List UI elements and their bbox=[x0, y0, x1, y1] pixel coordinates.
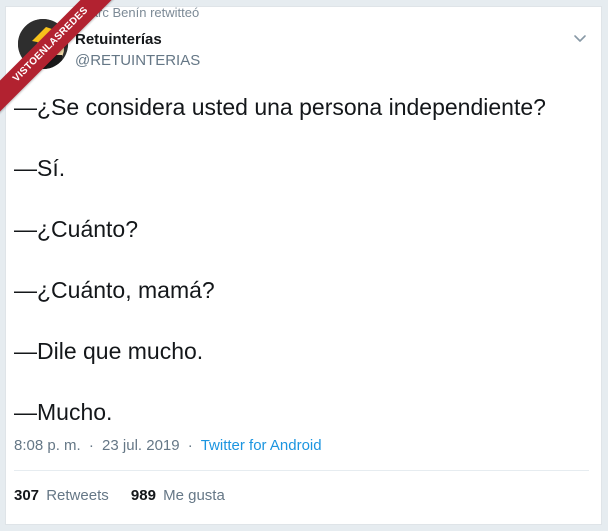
tweet-stats: 307 Retweets 989 Me gusta bbox=[14, 487, 243, 504]
tweet-metadata: 8:08 p. m. · 23 jul. 2019 · Twitter for … bbox=[14, 437, 322, 454]
retweets-label: Retweets bbox=[46, 487, 109, 504]
author-display-name[interactable]: Retuinterías bbox=[75, 31, 162, 48]
retweets-count: 307 bbox=[14, 487, 40, 504]
tweet-text: —¿Se considera usted una persona indepen… bbox=[14, 93, 589, 459]
avatar[interactable] bbox=[18, 19, 68, 69]
likes-label: Me gusta bbox=[163, 487, 225, 504]
tweet-line: —¿Cuánto, mamá? bbox=[14, 277, 215, 303]
tweet-time[interactable]: 8:08 p. m. bbox=[14, 437, 81, 454]
tweet-line: —Sí. bbox=[14, 155, 66, 181]
tweet-card: Marc Benín retwitteó Retuinterías @RETUI… bbox=[5, 6, 602, 525]
tweet-line: —¿Se considera usted una persona indepen… bbox=[14, 94, 546, 120]
divider bbox=[14, 470, 589, 471]
chevron-down-icon[interactable] bbox=[571, 29, 589, 47]
tweet-line: —¿Cuánto? bbox=[14, 216, 139, 242]
likes-stat[interactable]: 989 Me gusta bbox=[131, 487, 225, 504]
tweet-source-link[interactable]: Twitter for Android bbox=[201, 437, 322, 454]
retweet-context: Marc Benín retwitteó bbox=[80, 7, 200, 17]
avatar-image bbox=[18, 19, 68, 69]
likes-count: 989 bbox=[130, 487, 156, 504]
separator: · bbox=[88, 437, 94, 454]
tweet-line: —Dile que mucho. bbox=[14, 338, 204, 364]
retweets-stat[interactable]: 307 Retweets bbox=[14, 487, 109, 504]
tweet-date[interactable]: 23 jul. 2019 bbox=[102, 437, 180, 454]
separator: · bbox=[187, 437, 193, 454]
author-handle[interactable]: @RETUINTERIAS bbox=[75, 52, 200, 69]
